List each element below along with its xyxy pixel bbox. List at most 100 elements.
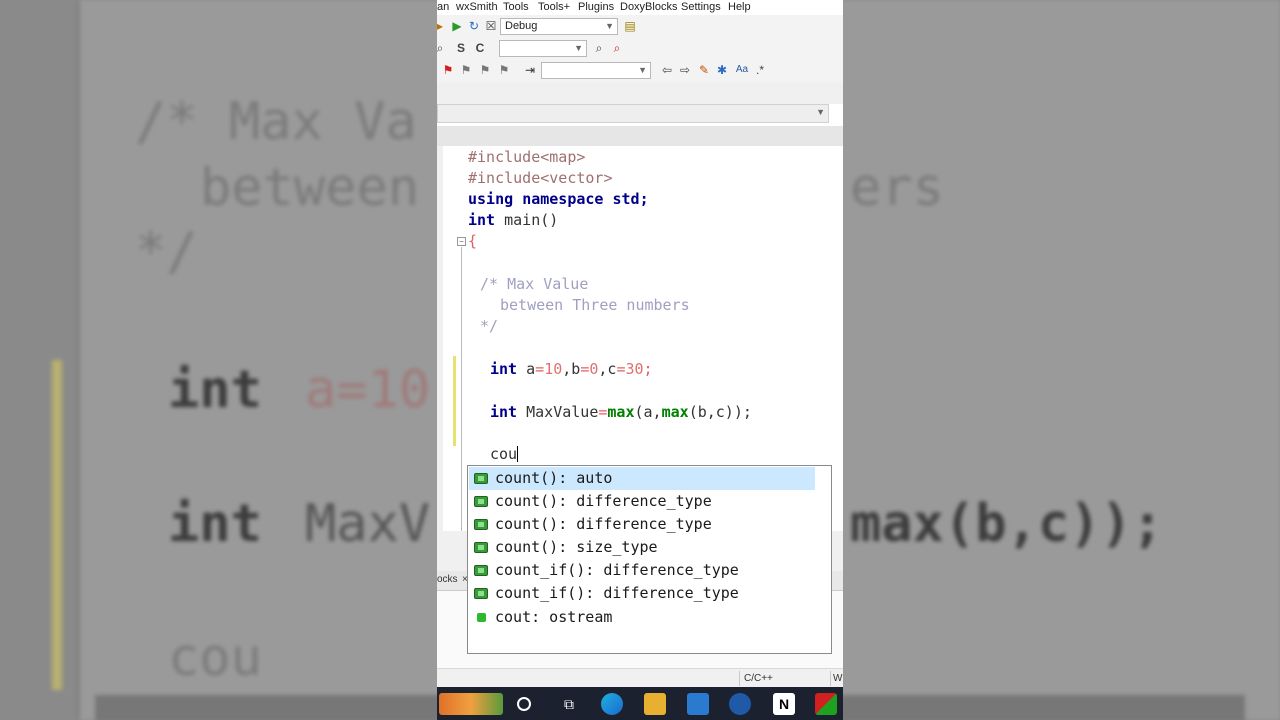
var-a: a: [517, 360, 536, 378]
logs-tab-label[interactable]: ocks: [437, 574, 458, 585]
background-a10: a=10: [305, 360, 431, 420]
autocomplete-item[interactable]: count_if(): difference_type: [469, 582, 815, 605]
run-icon[interactable]: ▶: [450, 19, 464, 33]
fold-toggle-icon[interactable]: −: [457, 237, 466, 246]
variable-icon: [477, 613, 486, 622]
menu-item-tools[interactable]: Tools: [503, 1, 529, 13]
autocomplete-item[interactable]: cout: ostream: [469, 606, 815, 629]
forward-arrow-icon[interactable]: ⇨: [678, 63, 692, 77]
search-combo[interactable]: ▼: [499, 40, 587, 57]
background-maxbc: max(b,c));: [850, 494, 1164, 554]
main-signature: main(): [495, 211, 559, 229]
code-line-include-map: #include<map>: [468, 148, 586, 166]
function-icon: [474, 519, 488, 530]
build-icon[interactable]: ▸: [437, 19, 447, 33]
autocomplete-item[interactable]: count(): size_type: [469, 536, 815, 559]
background-gutter: [0, 0, 80, 720]
num-10: 10: [544, 360, 563, 378]
find-icon[interactable]: ⌕: [592, 41, 606, 55]
rebuild-icon[interactable]: ↻: [467, 19, 481, 33]
background-comment-2: between: [200, 158, 420, 218]
chevron-down-icon: ▼: [816, 107, 825, 117]
func-max-outer: max: [607, 403, 635, 421]
op-assign: =: [535, 360, 545, 378]
background-cou: cou: [168, 628, 262, 688]
autocomplete-item[interactable]: count_if(): difference_type: [469, 559, 815, 582]
toolbar-spacer: [437, 82, 843, 104]
search-c-icon[interactable]: C: [473, 41, 487, 55]
background-comment-1: /* Max Va: [135, 92, 417, 152]
pencil-icon[interactable]: ✎: [697, 63, 711, 77]
search-toolbar: ⌕ S C ▼ ⌕ ⌕: [437, 37, 843, 60]
notion-icon[interactable]: N: [773, 693, 795, 715]
keyword-int: int: [490, 360, 518, 378]
function-icon: [474, 542, 488, 553]
flag-clear-icon[interactable]: ⚑: [497, 63, 511, 77]
abort-icon[interactable]: ☒: [484, 19, 498, 33]
chevron-down-icon: ▼: [605, 21, 614, 31]
autocomplete-item[interactable]: count(): difference_type: [469, 513, 815, 536]
menu-item-doxyblocks[interactable]: DoxyBlocks: [620, 1, 677, 13]
background-int-2: int: [168, 494, 262, 554]
search-s-icon[interactable]: S: [454, 41, 468, 55]
keyword-int: int: [468, 211, 496, 229]
flag-prev-icon[interactable]: ⚑: [459, 63, 473, 77]
back-arrow-icon[interactable]: ⇦: [660, 63, 674, 77]
text-caret: [517, 446, 519, 462]
menu-item-an[interactable]: an: [437, 1, 449, 13]
match-case-icon[interactable]: Aa: [734, 63, 750, 77]
keyword-using: using: [468, 190, 514, 208]
bookmark-flag-icon[interactable]: ⚑: [441, 63, 455, 77]
menu-item-help[interactable]: Help: [728, 1, 751, 13]
file-explorer-icon[interactable]: [644, 693, 666, 715]
code-line-using: using namespace std;: [468, 190, 649, 208]
codeblocks-icon[interactable]: [815, 693, 837, 715]
chevron-down-icon: ▼: [574, 43, 583, 53]
typed-text: cou: [490, 445, 518, 463]
menu-item-plugins[interactable]: Plugins: [578, 1, 614, 13]
args-bc: (b,c));: [688, 403, 752, 421]
code-line-include-vector: #include<vector>: [468, 169, 613, 187]
taskbar-widget-icon[interactable]: [439, 693, 503, 715]
find-highlight-icon[interactable]: ⌕: [610, 41, 624, 55]
settings-gear-icon[interactable]: [729, 693, 751, 715]
autocomplete-item[interactable]: count(): auto: [469, 467, 815, 490]
var-c: ,c: [598, 360, 617, 378]
function-icon: [474, 565, 488, 576]
status-language: C/C++: [739, 671, 829, 686]
func-max-inner: max: [661, 403, 689, 421]
build-toolbar: ▸ ▶ ↻ ☒ Debug ▼ ▤: [437, 15, 843, 37]
var-maxvalue: MaxValue: [517, 403, 599, 421]
background-comment-2b: ers: [850, 158, 944, 218]
background-int-1: int: [168, 360, 262, 420]
code-line-declare-abc: int a=10,b=0,c=30;: [490, 360, 653, 378]
var-b: ,b: [562, 360, 581, 378]
edge-browser-icon[interactable]: [601, 693, 623, 715]
symbol-combo[interactable]: ▼: [541, 62, 651, 79]
debug-toolbar: ⚑ ⚑ ⚑ ⚑ ⇥ ▼ ⇦ ⇨ ✎ ✱ Aa .*: [437, 60, 843, 82]
menu-item-settings[interactable]: Settings: [681, 1, 721, 13]
menu-item-wxsmith[interactable]: wxSmith: [456, 1, 498, 13]
task-view-icon[interactable]: ⧉: [558, 693, 580, 715]
menu-item-tools-plus[interactable]: Tools+: [538, 1, 570, 13]
num-30: 30: [625, 360, 644, 378]
jump-icon[interactable]: ⇥: [523, 63, 537, 77]
code-line-main: int main(): [468, 211, 558, 229]
search-circle-icon[interactable]: [517, 697, 531, 711]
code-comment-2: between Three numbers: [500, 296, 690, 314]
line-gutter: [437, 146, 443, 531]
magnifier-icon[interactable]: ⌕: [437, 41, 447, 55]
format-icon[interactable]: ✱: [715, 63, 729, 77]
scope-select[interactable]: ▼: [437, 104, 829, 123]
flag-next-icon[interactable]: ⚑: [478, 63, 492, 77]
mail-icon[interactable]: [687, 693, 709, 715]
regex-icon[interactable]: .*: [753, 63, 767, 77]
build-target-select[interactable]: Debug ▼: [500, 18, 618, 35]
target-options-icon[interactable]: ▤: [623, 19, 637, 33]
build-target-value: Debug: [505, 20, 538, 32]
background-comment-3: */: [135, 222, 198, 282]
status-extra: W: [830, 671, 843, 686]
chevron-down-icon: ▼: [638, 65, 647, 75]
op-assign: =: [580, 360, 590, 378]
autocomplete-item[interactable]: count(): difference_type: [469, 490, 815, 513]
